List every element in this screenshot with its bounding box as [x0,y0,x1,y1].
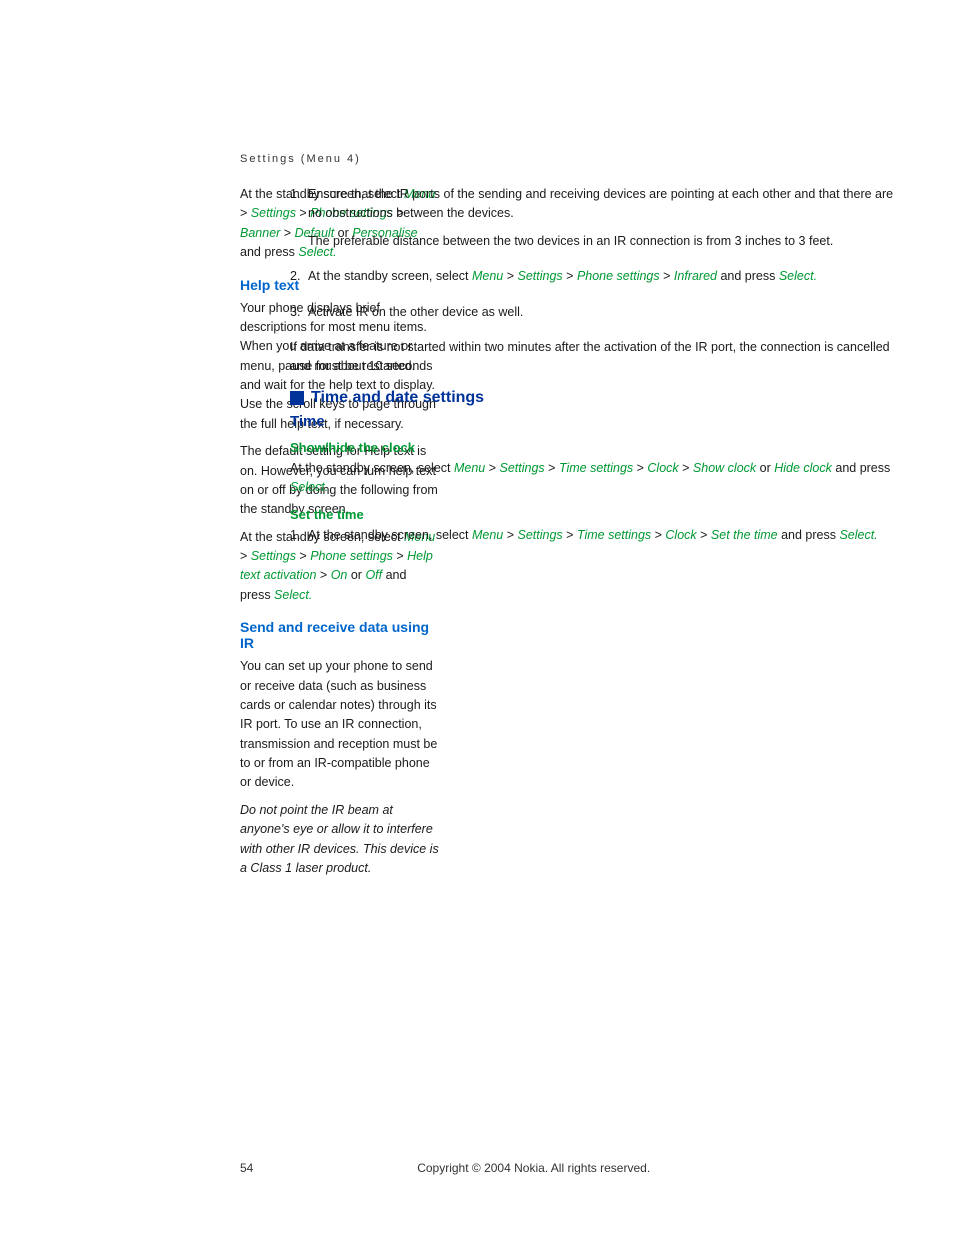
transfer-warning: If data transfer is not started within t… [290,338,894,377]
time-heading: Time [290,413,894,430]
show-hide-heading: Show/hide the clock [290,440,894,455]
page-header: Settings (Menu 4) [0,0,954,175]
content-area: At the standby screen, select Menu > Set… [0,175,954,906]
set-select-link: Select. [839,528,877,542]
ir-steps-list: 1. Ensure that the IR ports of the sendi… [290,185,894,330]
show-hide-text: At the standby screen, select Menu > Set… [290,459,894,498]
show-time-link: Time settings [559,461,633,475]
step2-select-link: Select. [779,269,817,283]
right-column: 1. Ensure that the IR ports of the sendi… [260,175,954,906]
footer: 54 Copyright © 2004 Nokia. All rights re… [0,1161,954,1175]
ir-step1-text: Ensure that the IR ports of the sending … [308,185,894,224]
set-clock-link: Clock [665,528,696,542]
footer-copyright: Copyright © 2004 Nokia. All rights reser… [417,1161,650,1175]
show-select-link: Select. [290,480,328,494]
time-date-title: Time and date settings [311,389,484,407]
step2-settings-link: Settings [518,269,563,283]
show-settings-link: Settings [500,461,545,475]
page-number: 54 [240,1161,253,1175]
ir-step-3: 3. Activate IR on the other device as we… [290,303,894,330]
set-time-heading: Set the time [290,507,894,522]
set-set-time-link: Set the time [711,528,778,542]
step2-infrared-link: Infrared [674,269,717,283]
step2-menu-link: Menu [472,269,503,283]
show-menu-link: Menu [454,461,485,475]
ir-step3-text: Activate IR on the other device as well. [308,303,523,322]
show-show-link: Show clock [693,461,756,475]
ir-step2-text: At the standby screen, select Menu > Set… [308,267,817,286]
step2-phone-link: Phone settings [577,269,660,283]
set-time-step-1: 1. At the standby screen, select Menu > … [290,526,894,553]
left-column: At the standby screen, select Menu > Set… [0,175,260,906]
set-settings-link: Settings [518,528,563,542]
page: Settings (Menu 4) At the standby screen,… [0,0,954,1235]
breadcrumb: Settings (Menu 4) [240,153,361,165]
section-title-box [290,391,304,405]
time-date-section-title-block: Time and date settings [290,389,894,407]
set-time-text: At the standby screen, select Menu > Set… [308,526,878,545]
show-hide-link: Hide clock [774,461,832,475]
show-clock-link: Clock [647,461,678,475]
set-menu-link: Menu [472,528,503,542]
set-time-settings-link: Time settings [577,528,651,542]
ir-step-2: 2. At the standby screen, select Menu > … [290,267,894,294]
ir-step1-extra: The preferable distance between the two … [308,232,894,251]
ir-step-1: 1. Ensure that the IR ports of the sendi… [290,185,894,259]
set-time-list: 1. At the standby screen, select Menu > … [290,526,894,553]
